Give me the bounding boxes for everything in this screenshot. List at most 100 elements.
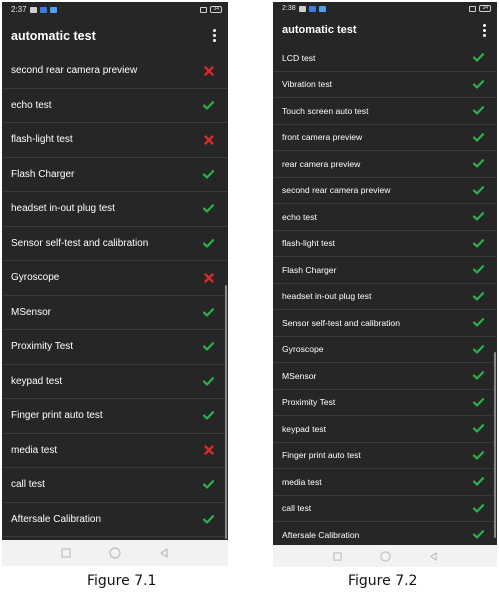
figure-caption: Figure 7.2 <box>348 573 418 589</box>
test-item-label: keypad test <box>282 423 326 434</box>
test-list-item[interactable]: rear camera preview <box>273 151 497 178</box>
check-icon <box>473 424 484 433</box>
back-icon[interactable] <box>423 547 443 565</box>
app-bar: automatic test <box>273 15 497 45</box>
navigation-bar <box>2 540 228 566</box>
test-list-item[interactable]: call test <box>2 468 228 503</box>
cross-icon <box>204 273 214 283</box>
check-icon <box>473 397 484 407</box>
test-item-label: MSensor <box>11 306 52 318</box>
test-list-item[interactable]: call test <box>273 496 497 522</box>
check-icon <box>473 106 484 115</box>
test-item-label: Vibration test <box>282 79 333 90</box>
test-list-item[interactable]: headset in-out plug test <box>273 284 497 310</box>
page-title: automatic test <box>282 24 357 36</box>
test-list-item[interactable]: media test <box>273 469 497 496</box>
test-item-label: call test <box>11 479 45 491</box>
check-icon <box>203 100 214 110</box>
test-list-item[interactable]: keypad test <box>2 365 228 399</box>
status-time: 2:37 <box>11 5 27 14</box>
test-list-item[interactable]: Gyroscope <box>273 337 497 363</box>
app-notification-icon <box>49 6 57 13</box>
test-list-item[interactable]: echo test <box>273 204 497 231</box>
test-item-label: Sensor self-test and calibration <box>282 317 400 328</box>
check-icon <box>473 212 484 221</box>
test-list-item[interactable]: MSensor <box>2 296 228 330</box>
check-icon <box>203 204 214 213</box>
more-vert-icon[interactable] <box>479 22 489 38</box>
check-icon <box>473 477 484 486</box>
check-icon <box>473 344 484 354</box>
cross-icon <box>204 135 214 145</box>
test-item-label: front camera preview <box>282 132 363 143</box>
test-item-label: Touch screen auto test <box>282 105 369 116</box>
test-list-item[interactable]: Flash Charger <box>2 158 228 192</box>
test-item-label: Gyroscope <box>282 344 324 355</box>
cross-icon <box>204 66 214 76</box>
test-list-item[interactable]: Sensor self-test and calibration <box>2 227 228 261</box>
test-list-item[interactable]: Finger print auto test <box>273 443 497 469</box>
test-item-label: call test <box>282 503 312 514</box>
scrollbar[interactable] <box>494 352 496 538</box>
figure-caption: Figure 7.1 <box>87 573 157 589</box>
test-list-item[interactable]: Gyroscope <box>2 261 228 296</box>
test-item-label: headset in-out plug test <box>11 203 115 215</box>
app-notification-icon <box>308 5 316 12</box>
check-icon <box>203 480 214 489</box>
test-list-item[interactable]: media test <box>2 434 228 468</box>
test-list-item[interactable]: Vibration test <box>273 72 497 98</box>
test-item-label: Aftersale Calibration <box>282 529 360 540</box>
test-list-item[interactable]: Proximity Test <box>2 330 228 365</box>
test-item-label: rear camera preview <box>282 158 361 169</box>
test-list-item[interactable]: Proximity Test <box>273 390 497 416</box>
scrollbar[interactable] <box>225 285 227 539</box>
recents-icon[interactable] <box>56 544 76 562</box>
test-list-item[interactable]: Sensor self-test and calibration <box>273 310 497 337</box>
battery-icon: 34 <box>210 6 222 13</box>
test-list-item[interactable]: flash-light test <box>2 123 228 158</box>
check-icon <box>203 169 214 179</box>
check-icon <box>203 342 214 351</box>
check-icon <box>473 503 484 513</box>
check-icon <box>203 376 214 386</box>
test-list-item[interactable]: keypad test <box>273 416 497 443</box>
test-list: second rear camera preview echo test flash… <box>2 54 228 537</box>
test-list-item[interactable]: echo test <box>2 89 228 123</box>
home-icon[interactable] <box>375 547 395 565</box>
app-notification-icon <box>39 6 47 13</box>
test-list-item[interactable]: second rear camera preview <box>273 178 497 204</box>
check-icon <box>473 159 484 168</box>
test-list-item[interactable]: Finger print auto test <box>2 399 228 434</box>
check-icon <box>203 238 214 248</box>
more-vert-icon[interactable] <box>209 28 219 44</box>
test-list-item[interactable]: LCD test <box>273 45 497 72</box>
test-item-label: Finger print auto test <box>282 450 361 461</box>
test-list-item[interactable]: Flash Charger <box>273 257 497 284</box>
test-item-label: keypad test <box>11 375 63 387</box>
home-icon[interactable] <box>105 544 125 562</box>
test-item-label: headset in-out plug test <box>282 291 372 302</box>
check-icon <box>203 411 214 420</box>
recents-icon[interactable] <box>327 547 347 565</box>
test-list-item[interactable]: headset in-out plug test <box>2 192 228 227</box>
status-bar: 2:37 34 <box>2 2 228 17</box>
test-list-item[interactable]: flash-light test <box>273 231 497 257</box>
check-icon <box>473 79 484 89</box>
app-bar: automatic test <box>2 17 228 54</box>
vibrate-icon <box>469 5 477 12</box>
test-list-item[interactable]: Touch screen auto test <box>273 98 497 125</box>
test-list-item[interactable]: Aftersale Calibration <box>273 522 497 545</box>
check-icon <box>473 371 484 380</box>
phone-screen-figure-7-2: 2:38 34 automatic test LCD test Vibration… <box>273 2 497 545</box>
check-icon <box>473 530 484 539</box>
app-notification-icon <box>318 5 326 12</box>
test-list-item[interactable]: Aftersale Calibration <box>2 503 228 537</box>
check-icon <box>473 132 484 142</box>
test-list-item[interactable]: second rear camera preview <box>2 54 228 89</box>
test-item-label: Flash Charger <box>282 264 337 275</box>
status-time: 2:38 <box>282 5 296 12</box>
back-icon[interactable] <box>154 544 174 562</box>
test-list-item[interactable]: MSensor <box>273 363 497 390</box>
test-list-item[interactable]: front camera preview <box>273 125 497 151</box>
phone-screen-figure-7-1: 2:37 34 automatic test second rear camer… <box>2 2 228 566</box>
